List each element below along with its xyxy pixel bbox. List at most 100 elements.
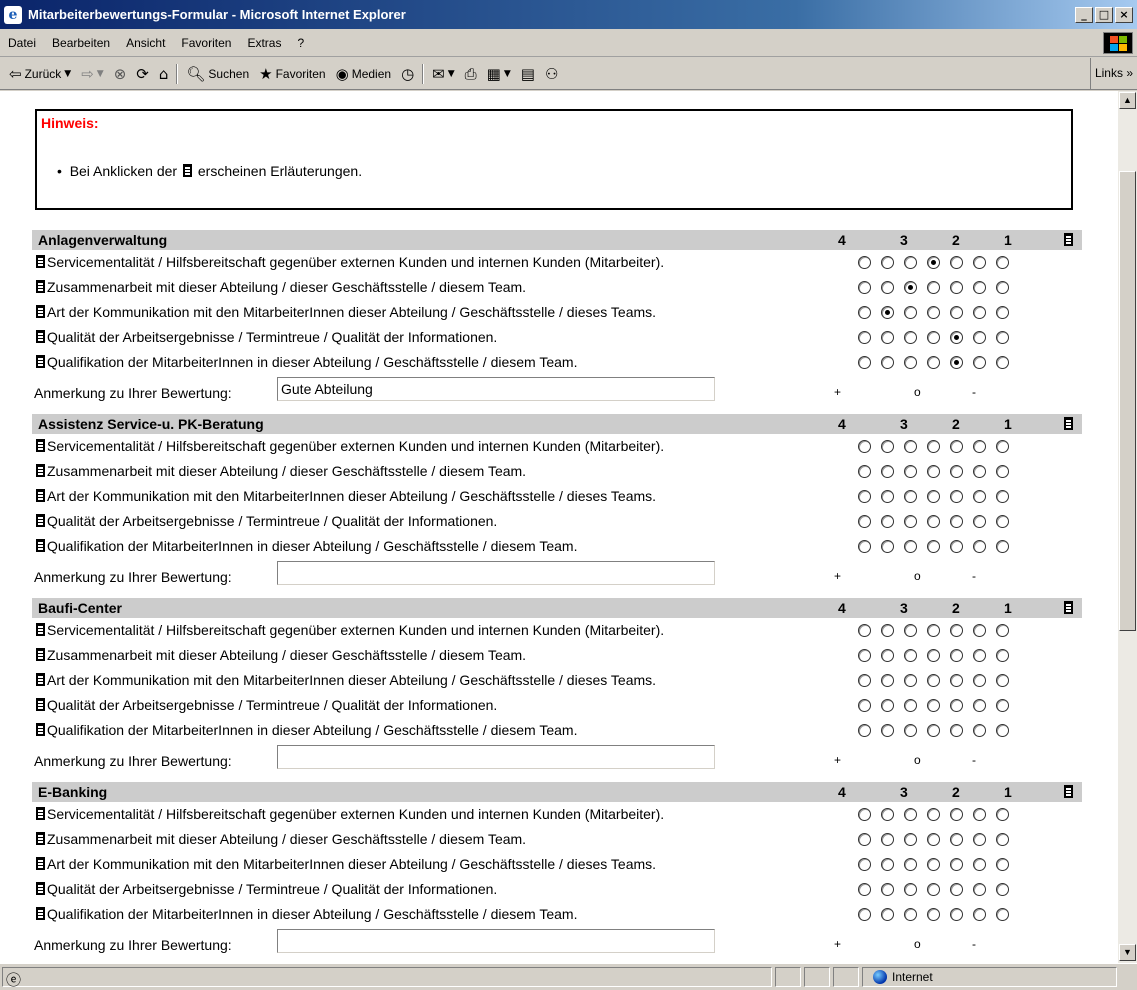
media-button[interactable]: ◉ Medien (331, 65, 396, 83)
rating-radio[interactable] (858, 808, 871, 821)
rating-radio[interactable] (973, 699, 986, 712)
rating-radio[interactable] (858, 833, 871, 846)
rating-radio[interactable] (973, 356, 986, 369)
rating-radio[interactable] (950, 331, 963, 344)
menu-help[interactable]: ? (289, 36, 312, 50)
rating-radio[interactable] (904, 515, 917, 528)
rating-radio[interactable] (881, 908, 894, 921)
rating-radio[interactable] (927, 490, 940, 503)
rating-radio[interactable] (950, 440, 963, 453)
maximize-button[interactable]: □ (1095, 6, 1113, 23)
mail-button[interactable]: ✉ ▼ (427, 65, 460, 83)
rating-radio[interactable] (858, 281, 871, 294)
rating-radio[interactable] (858, 908, 871, 921)
menu-datei[interactable]: Datei (0, 36, 44, 50)
rating-radio[interactable] (927, 699, 940, 712)
rating-radio[interactable] (881, 808, 894, 821)
rating-radio[interactable] (973, 490, 986, 503)
rating-radio[interactable] (927, 624, 940, 637)
rating-radio[interactable] (973, 515, 986, 528)
rating-radio[interactable] (927, 440, 940, 453)
rating-radio[interactable] (973, 724, 986, 737)
scroll-thumb[interactable] (1119, 171, 1136, 631)
question-info-icon[interactable] (36, 305, 45, 318)
rating-radio[interactable] (904, 440, 917, 453)
question-info-icon[interactable] (36, 857, 45, 870)
rating-radio[interactable] (904, 331, 917, 344)
rating-radio[interactable] (858, 465, 871, 478)
section-info-icon[interactable] (1064, 601, 1073, 614)
rating-radio[interactable] (996, 833, 1009, 846)
rating-radio[interactable] (904, 540, 917, 553)
rating-radio[interactable] (881, 331, 894, 344)
rating-radio[interactable] (904, 281, 917, 294)
history-button[interactable]: ◷ (396, 65, 419, 83)
stop-button[interactable]: ⊗ (109, 65, 132, 83)
rating-radio[interactable] (996, 465, 1009, 478)
rating-radio[interactable] (996, 306, 1009, 319)
rating-radio[interactable] (881, 724, 894, 737)
rating-radio[interactable] (950, 724, 963, 737)
rating-radio[interactable] (927, 540, 940, 553)
rating-radio[interactable] (904, 858, 917, 871)
vertical-scrollbar[interactable]: ▲ ▼ (1118, 91, 1137, 963)
rating-radio[interactable] (950, 515, 963, 528)
rating-radio[interactable] (858, 699, 871, 712)
question-info-icon[interactable] (36, 255, 45, 268)
rating-radio[interactable] (996, 515, 1009, 528)
minimize-button[interactable]: _ (1075, 6, 1093, 23)
rating-radio[interactable] (950, 356, 963, 369)
rating-radio[interactable] (927, 331, 940, 344)
search-button[interactable]: 🔍︎ Suchen (181, 65, 254, 83)
rating-radio[interactable] (904, 699, 917, 712)
favorites-button[interactable]: ★ Favoriten (254, 65, 330, 83)
rating-radio[interactable] (904, 356, 917, 369)
rating-radio[interactable] (996, 724, 1009, 737)
rating-radio[interactable] (996, 699, 1009, 712)
rating-radio[interactable] (858, 724, 871, 737)
rating-radio[interactable] (904, 465, 917, 478)
comment-input[interactable] (277, 745, 715, 769)
rating-radio[interactable] (996, 808, 1009, 821)
messenger-button[interactable]: ⚇ (540, 65, 563, 83)
rating-radio[interactable] (996, 256, 1009, 269)
rating-radio[interactable] (950, 833, 963, 846)
rating-radio[interactable] (881, 306, 894, 319)
question-info-icon[interactable] (36, 623, 45, 636)
rating-radio[interactable] (973, 331, 986, 344)
rating-radio[interactable] (950, 883, 963, 896)
rating-radio[interactable] (858, 674, 871, 687)
rating-radio[interactable] (904, 649, 917, 662)
links-button[interactable]: Links » (1089, 58, 1137, 90)
menu-favoriten[interactable]: Favoriten (173, 36, 239, 50)
rating-radio[interactable] (996, 490, 1009, 503)
discuss-button[interactable]: ▤ (516, 65, 540, 83)
rating-radio[interactable] (996, 356, 1009, 369)
rating-radio[interactable] (973, 649, 986, 662)
rating-radio[interactable] (904, 908, 917, 921)
comment-input[interactable] (277, 929, 715, 953)
forward-button[interactable]: ⇨ ▼ (76, 65, 109, 83)
rating-radio[interactable] (858, 256, 871, 269)
menu-bearbeiten[interactable]: Bearbeiten (44, 36, 118, 50)
comment-input[interactable] (277, 377, 715, 401)
rating-radio[interactable] (881, 674, 894, 687)
close-button[interactable]: × (1115, 6, 1133, 23)
comment-input[interactable] (277, 561, 715, 585)
rating-radio[interactable] (858, 540, 871, 553)
edit-button[interactable]: ▦ ▼ (482, 65, 516, 83)
rating-radio[interactable] (858, 331, 871, 344)
question-info-icon[interactable] (36, 907, 45, 920)
rating-radio[interactable] (996, 281, 1009, 294)
rating-radio[interactable] (881, 858, 894, 871)
rating-radio[interactable] (996, 331, 1009, 344)
rating-radio[interactable] (996, 883, 1009, 896)
rating-radio[interactable] (950, 699, 963, 712)
menu-ansicht[interactable]: Ansicht (118, 36, 173, 50)
rating-radio[interactable] (927, 649, 940, 662)
rating-radio[interactable] (904, 306, 917, 319)
rating-radio[interactable] (973, 540, 986, 553)
rating-radio[interactable] (950, 465, 963, 478)
rating-radio[interactable] (996, 858, 1009, 871)
rating-radio[interactable] (973, 833, 986, 846)
